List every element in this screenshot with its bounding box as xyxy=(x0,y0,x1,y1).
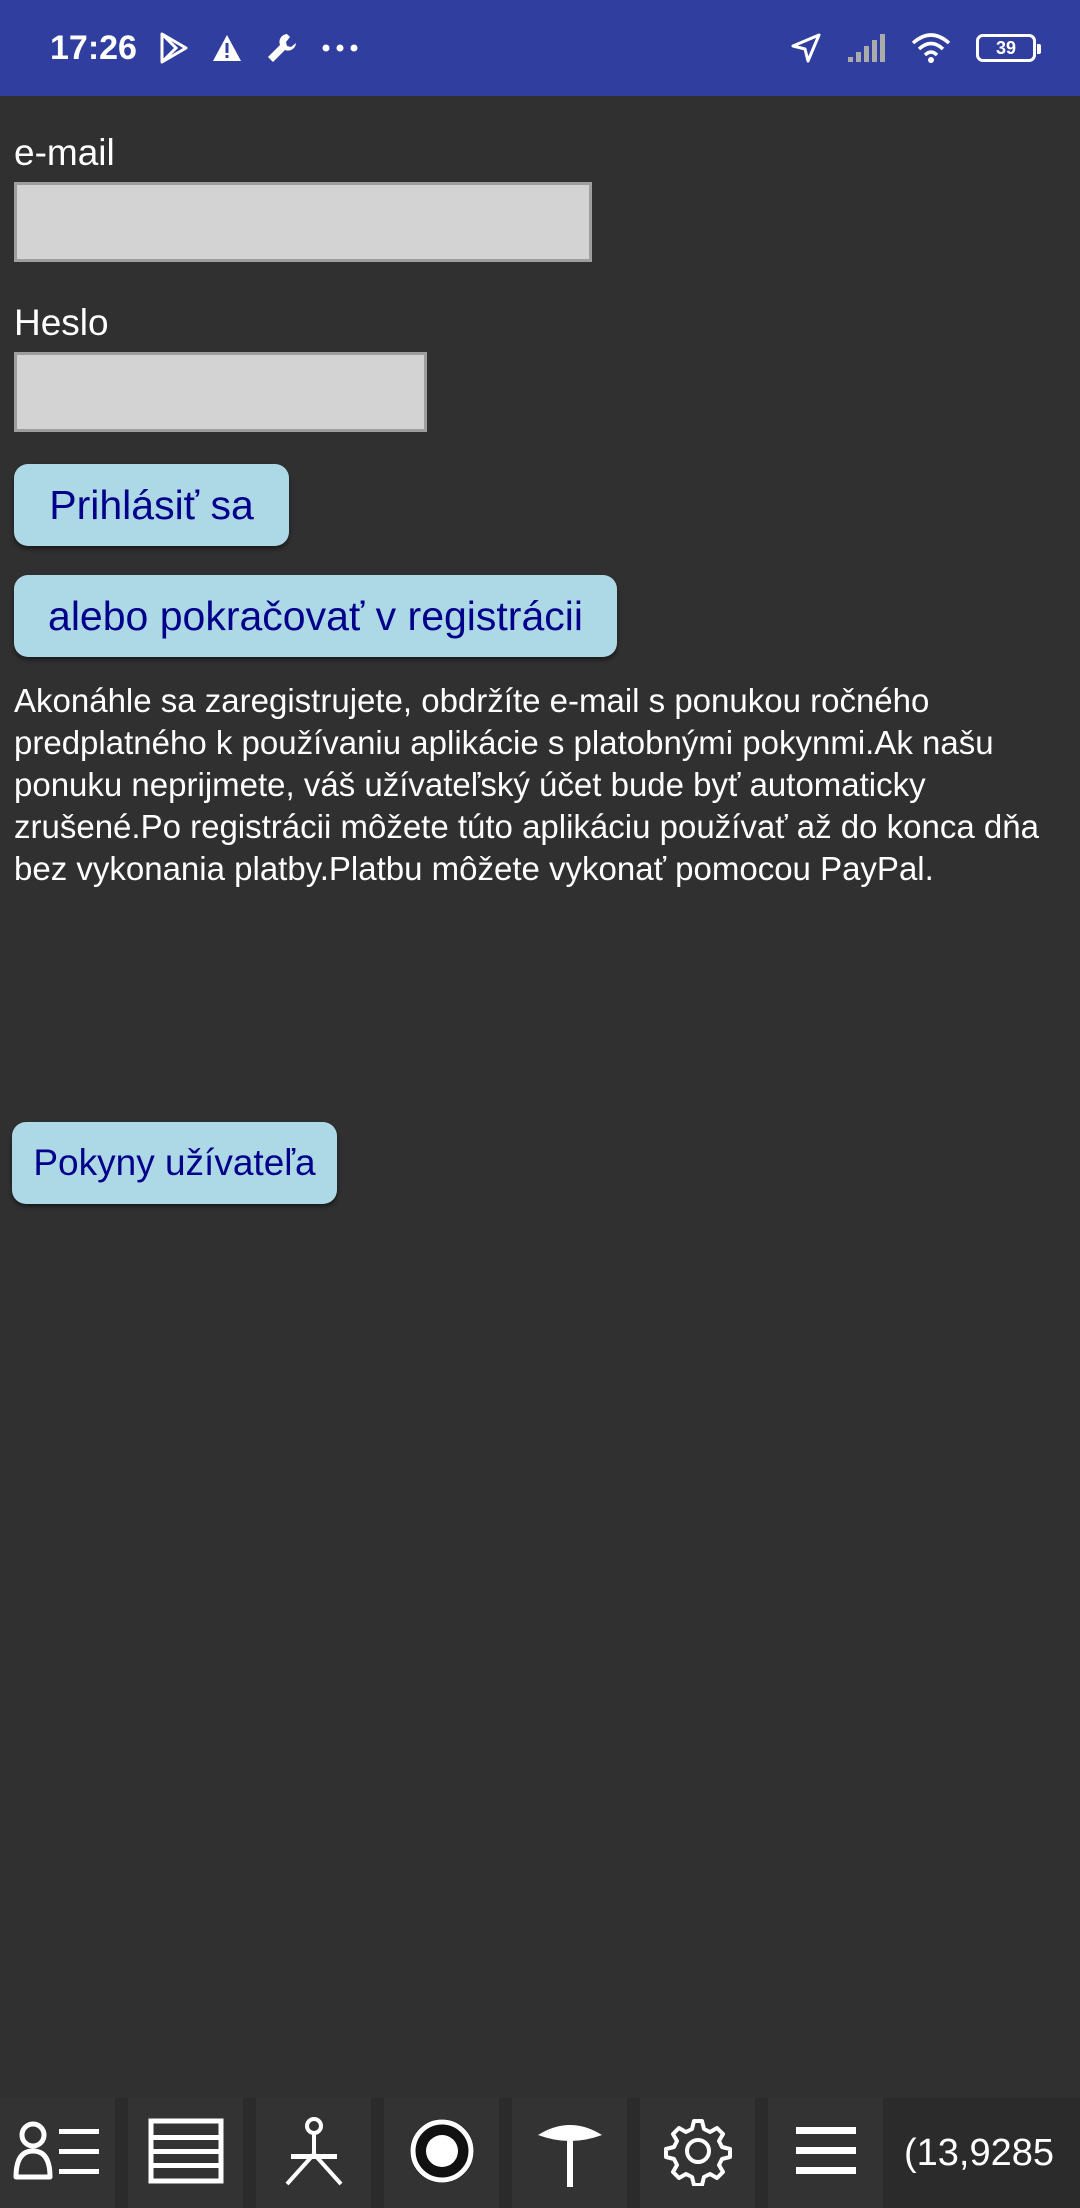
wrench-icon xyxy=(265,31,299,65)
antenna-button[interactable] xyxy=(512,2098,627,2208)
settings-button[interactable] xyxy=(640,2098,755,2208)
survey-tripod-icon xyxy=(279,2116,349,2191)
layers-button[interactable] xyxy=(128,2098,243,2208)
coordinate-readout: (13,9285 xyxy=(904,2131,1055,2174)
warning-icon xyxy=(211,33,243,63)
layers-icon xyxy=(148,2118,224,2189)
user-list-icon xyxy=(13,2119,103,2188)
signal-icon xyxy=(846,33,886,63)
bottom-toolbar: (13,9285 xyxy=(0,2098,1080,2208)
status-system-icons: 39 xyxy=(790,32,1041,64)
wifi-icon xyxy=(910,32,952,64)
status-time: 17:26 xyxy=(50,28,137,67)
record-circle-icon xyxy=(406,2115,478,2192)
status-bar: 17:26 39 xyxy=(0,0,1080,96)
registration-info-text: Akonáhle sa zaregistrujete, obdržíte e-m… xyxy=(14,682,1039,887)
antenna-icon xyxy=(534,2113,606,2194)
menu-icon xyxy=(794,2123,858,2184)
login-button[interactable]: Prihlásiť sa xyxy=(14,464,289,546)
register-button[interactable]: alebo pokračovať v registrácii xyxy=(14,575,617,657)
email-field[interactable] xyxy=(14,182,592,262)
password-field[interactable] xyxy=(14,352,427,432)
email-label: e-mail xyxy=(14,132,115,173)
location-arrow-icon xyxy=(790,32,822,64)
user-guide-button[interactable]: Pokyny užívateľa xyxy=(12,1122,337,1204)
play-store-icon xyxy=(159,32,189,64)
battery-icon: 39 xyxy=(976,34,1041,62)
status-notification-icons xyxy=(159,31,359,65)
survey-button[interactable] xyxy=(256,2098,371,2208)
record-button[interactable] xyxy=(384,2098,499,2208)
more-dots-icon xyxy=(321,43,359,53)
password-label: Heslo xyxy=(14,302,109,343)
gear-icon xyxy=(663,2116,733,2191)
menu-button[interactable] xyxy=(768,2098,883,2208)
user-list-button[interactable] xyxy=(0,2098,115,2208)
